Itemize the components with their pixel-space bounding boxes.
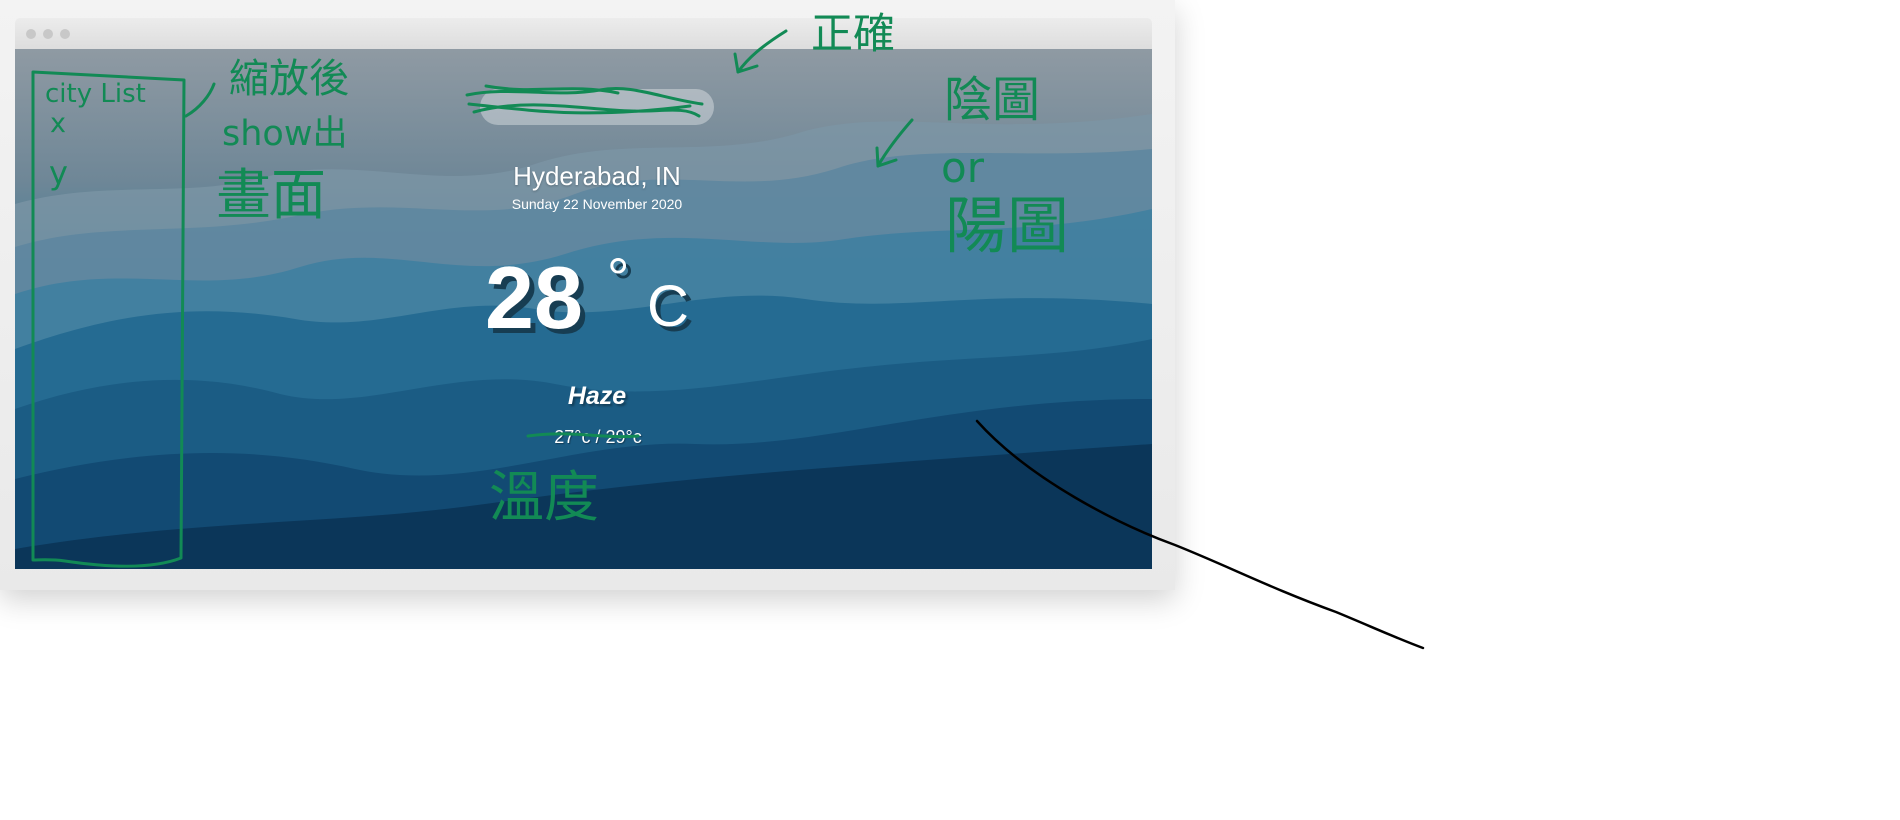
maximize-control[interactable] bbox=[60, 29, 70, 39]
close-control[interactable] bbox=[26, 29, 36, 39]
city-search-input[interactable] bbox=[480, 89, 714, 125]
window-title-bar bbox=[15, 18, 1152, 49]
weather-condition: Haze bbox=[567, 382, 627, 410]
city-location: Hyderabad, IN bbox=[513, 161, 681, 191]
temperature-value: 28 bbox=[485, 248, 583, 347]
minimize-control[interactable] bbox=[43, 29, 53, 39]
temperature-range: 27°c / 29°c bbox=[554, 427, 642, 447]
forecast-date: Sunday 22 November 2020 bbox=[511, 196, 683, 212]
temperature-display: 28 ° C bbox=[485, 248, 725, 364]
temperature-unit: C bbox=[647, 274, 689, 339]
degree-symbol: ° bbox=[607, 246, 630, 309]
weather-app-viewport: Hyderabad, IN Sunday 22 November 2020 28… bbox=[15, 49, 1152, 569]
